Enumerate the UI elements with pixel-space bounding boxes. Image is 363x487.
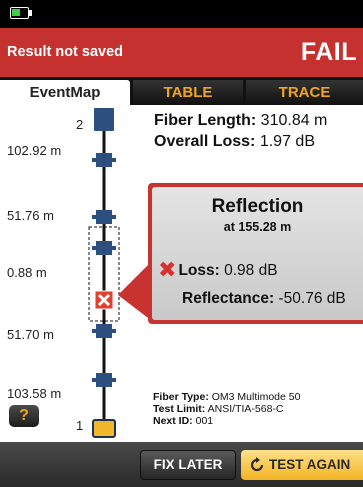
fiber-type: Fiber Type: OM3 Multimode 50	[153, 391, 300, 403]
battery-level	[12, 9, 20, 16]
save-status: Result not saved	[7, 44, 124, 60]
help-button[interactable]: ?	[9, 405, 39, 427]
tab-eventmap[interactable]: EventMap	[0, 80, 130, 105]
x-mark-icon: ✖	[158, 257, 177, 282]
status-bar	[0, 0, 363, 28]
test-limit-label: Test Limit:	[153, 403, 206, 415]
battery-icon	[10, 7, 29, 19]
popup-pointer	[118, 261, 152, 321]
result-bar: Result not saved FAIL	[0, 28, 363, 77]
battery-tip	[29, 10, 32, 16]
start-connector-icon[interactable]	[92, 419, 116, 438]
connector-icon[interactable]	[92, 153, 116, 167]
overall-loss: Overall Loss: 1.97 dB	[154, 133, 315, 151]
test-limit: Test Limit: ANSI/TIA-568-C	[153, 403, 284, 415]
loss-value: 0.98 dB	[224, 262, 278, 279]
end-connector-icon[interactable]	[94, 108, 114, 131]
overall-loss-label: Overall Loss:	[154, 133, 256, 150]
tab-trace[interactable]: TRACE	[246, 80, 363, 105]
fiber-length-label: Fiber Length:	[154, 112, 257, 129]
event-loss: ✖ Loss: 0.98 dB	[158, 257, 278, 283]
next-id-value: 001	[195, 415, 214, 427]
connector-icon[interactable]	[92, 324, 116, 338]
segment-length: 0.88 m	[7, 265, 47, 280]
result-status: FAIL	[300, 38, 357, 66]
reflectance-value: -50.76 dB	[278, 290, 346, 307]
tab-bar: EventMap TABLE TRACE	[0, 77, 363, 105]
fiber-type-value: OM3 Multimode 50	[211, 391, 301, 403]
test-again-label: TEST AGAIN	[269, 457, 351, 472]
segment-length: 51.76 m	[7, 208, 54, 223]
connector-icon[interactable]	[92, 373, 116, 387]
eventmap-panel: 2 102.92 m 51.76 m 0.88 m 51.70 m 103.58…	[0, 105, 363, 442]
reflectance-label: Reflectance:	[182, 290, 275, 307]
tab-table[interactable]: TABLE	[133, 80, 243, 105]
event-type: Reflection	[211, 196, 304, 217]
segment-length: 102.92 m	[7, 143, 62, 158]
loss-label: Loss:	[178, 262, 220, 279]
fiber-type-label: Fiber Type:	[153, 391, 209, 403]
connector-icon[interactable]	[92, 210, 116, 224]
fix-later-button[interactable]: FIX LATER	[140, 450, 236, 480]
overall-loss-value: 1.97 dB	[259, 133, 315, 150]
next-id: Next ID: 001	[153, 415, 213, 427]
start-port-number: 1	[76, 418, 84, 433]
test-limit-value: ANSI/TIA-568-C	[207, 403, 284, 415]
event-location: at 155.28 m	[223, 220, 292, 234]
fiber-length: Fiber Length: 310.84 m	[154, 112, 327, 130]
connector-icon[interactable]	[92, 241, 116, 255]
action-bar: FIX LATER TEST AGAIN	[0, 442, 363, 487]
event-popup[interactable]: Reflection at 155.28 m ✖ Loss: 0.98 dB Re…	[152, 187, 363, 320]
next-id-label: Next ID:	[153, 415, 193, 427]
event-reflectance: Reflectance: -50.76 dB	[182, 290, 346, 308]
segment-length: 103.58 m	[7, 386, 62, 401]
test-again-button[interactable]: TEST AGAIN	[241, 450, 363, 480]
segment-length: 51.70 m	[7, 327, 54, 342]
refresh-icon	[250, 457, 264, 472]
end-port-number: 2	[76, 117, 84, 132]
failed-event-icon[interactable]	[94, 290, 114, 310]
fiber-length-value: 310.84 m	[260, 112, 328, 129]
